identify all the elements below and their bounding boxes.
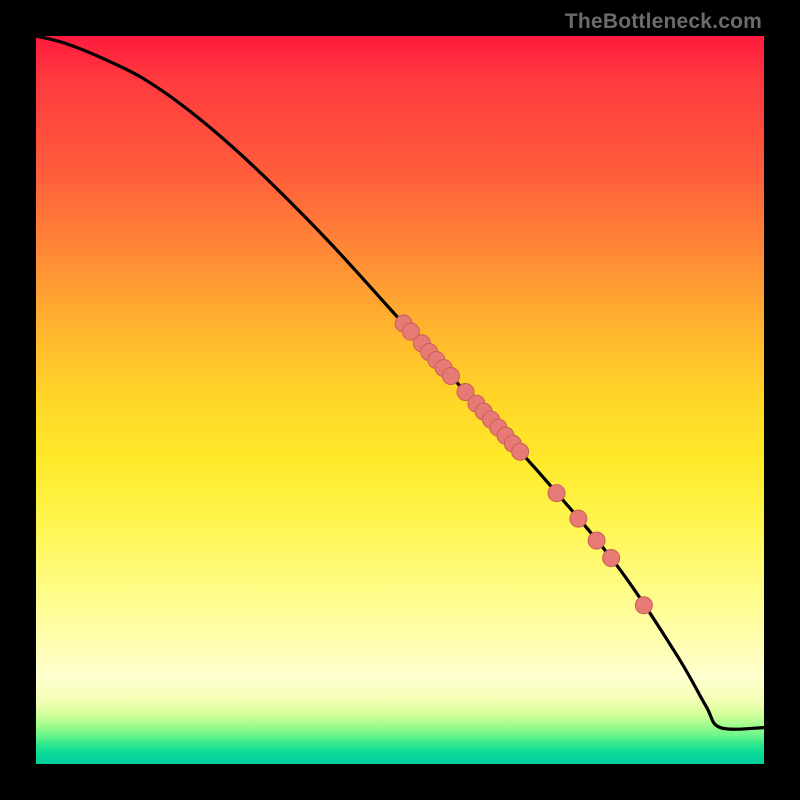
data-point <box>588 532 605 549</box>
data-point <box>442 367 459 384</box>
watermark-text: TheBottleneck.com <box>565 10 762 34</box>
plot-area <box>36 36 764 764</box>
data-points-group <box>395 315 652 614</box>
chart-svg <box>36 36 764 764</box>
chart-stage: TheBottleneck.com <box>0 0 800 800</box>
data-point <box>570 510 587 527</box>
data-point <box>603 549 620 566</box>
data-point <box>548 485 565 502</box>
data-point <box>635 597 652 614</box>
main-curve <box>36 36 764 729</box>
data-point <box>512 443 529 460</box>
